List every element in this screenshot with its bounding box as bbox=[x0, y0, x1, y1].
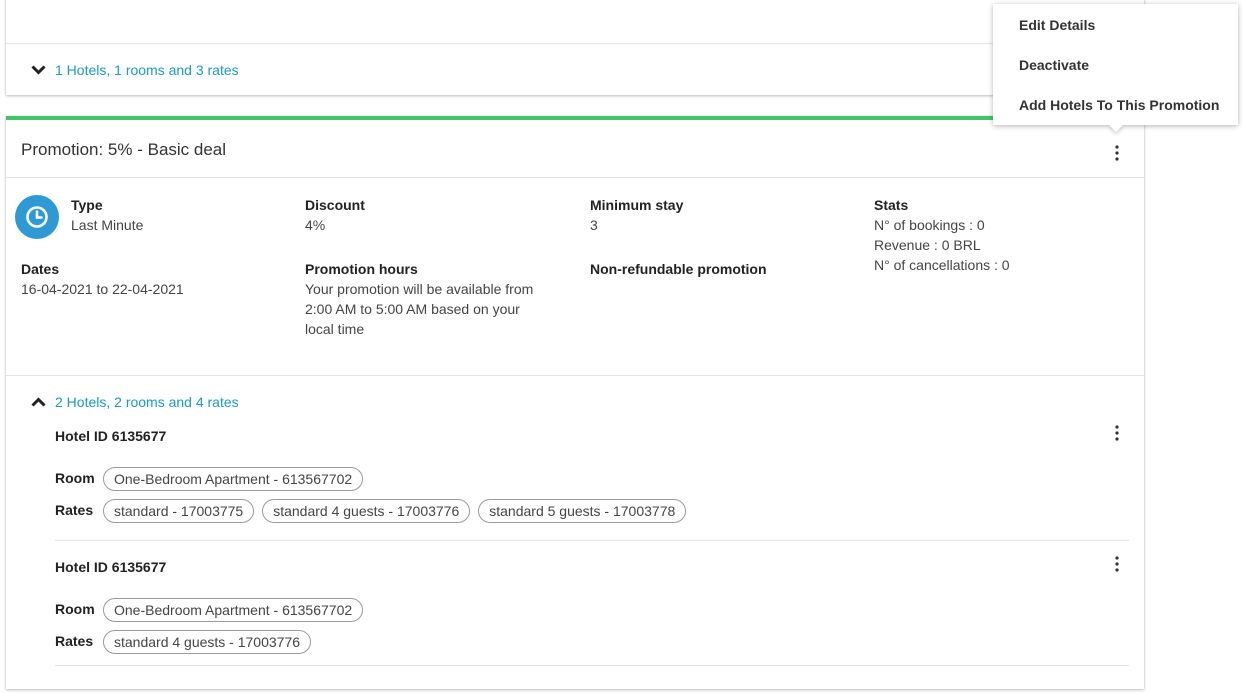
room-label: Room bbox=[55, 601, 95, 617]
hotels-summary-link[interactable]: 2 Hotels, 2 rooms and 4 rates bbox=[55, 394, 239, 410]
dates-field: Dates 16-04-2021 to 22-04-2021 bbox=[21, 261, 184, 297]
hotel-divider bbox=[55, 665, 1129, 666]
non-refundable-field: Non-refundable promotion bbox=[590, 261, 767, 277]
stats-field: Stats N° of bookings : 0 Revenue : 0 BRL… bbox=[874, 197, 1010, 273]
more-vertical-icon bbox=[1115, 145, 1119, 161]
room-chips: One-Bedroom Apartment - 613567702 bbox=[103, 598, 364, 622]
room-chip: One-Bedroom Apartment - 613567702 bbox=[103, 467, 364, 491]
promotion-hours-field: Promotion hours Your promotion will be a… bbox=[305, 261, 534, 337]
hotel-more-button[interactable] bbox=[1108, 553, 1126, 575]
chevron-down-icon bbox=[31, 65, 46, 75]
discount-field: Discount 4% bbox=[305, 197, 365, 233]
promotion-card: Promotion: 5% - Basic deal Type Last Min… bbox=[6, 116, 1144, 689]
clock-icon bbox=[15, 195, 59, 239]
card-header: Promotion: 5% - Basic deal bbox=[6, 120, 1144, 178]
rate-chip: standard 4 guests - 17003776 bbox=[103, 630, 312, 654]
hotel-name: Hotel ID 6135677 bbox=[55, 428, 167, 444]
chevron-up-icon bbox=[31, 397, 46, 407]
promotion-details: Type Last Minute Discount 4% Minimum sta… bbox=[6, 178, 1144, 376]
rate-chip: standard - 17003775 bbox=[103, 499, 255, 523]
rates-label: Rates bbox=[55, 633, 94, 649]
hotel-name: Hotel ID 6135677 bbox=[55, 559, 167, 575]
menu-item-edit-details[interactable]: Edit Details bbox=[1019, 17, 1095, 33]
hotel-divider bbox=[55, 540, 1129, 541]
menu-item-deactivate[interactable]: Deactivate bbox=[1019, 57, 1089, 73]
promotion-card-previous: 1 Hotels, 1 rooms and 3 rates bbox=[6, 0, 1144, 95]
expand-hotels-toggle[interactable]: 1 Hotels, 1 rooms and 3 rates bbox=[31, 62, 239, 78]
rates-label: Rates bbox=[55, 502, 94, 518]
room-chip: One-Bedroom Apartment - 613567702 bbox=[103, 598, 364, 622]
type-field: Type Last Minute bbox=[71, 197, 144, 233]
card-summary: 1 Hotels, 1 rooms and 3 rates bbox=[6, 43, 1144, 96]
hotels-summary-link[interactable]: 1 Hotels, 1 rooms and 3 rates bbox=[55, 62, 239, 78]
rate-chip: standard 4 guests - 17003776 bbox=[262, 499, 471, 523]
hotel-more-button[interactable] bbox=[1108, 422, 1126, 444]
rate-chip: standard 5 guests - 17003778 bbox=[478, 499, 687, 523]
minimum-stay-field: Minimum stay 3 bbox=[590, 197, 684, 233]
collapse-hotels-toggle[interactable]: 2 Hotels, 2 rooms and 4 rates bbox=[31, 394, 239, 410]
promotion-title: Promotion: 5% - Basic deal bbox=[21, 140, 227, 159]
rate-chips: standard - 17003775 standard 4 guests - … bbox=[103, 499, 687, 523]
rate-chips: standard 4 guests - 17003776 bbox=[103, 630, 312, 654]
promotion-more-button[interactable] bbox=[1108, 142, 1126, 164]
more-vertical-icon bbox=[1115, 556, 1119, 572]
room-label: Room bbox=[55, 470, 95, 486]
hotel-item: Hotel ID 6135677 Room One-Bedroom Apartm… bbox=[55, 556, 1129, 671]
menu-item-add-hotels[interactable]: Add Hotels To This Promotion bbox=[1019, 97, 1219, 113]
more-vertical-icon bbox=[1115, 425, 1119, 441]
hotel-item: Hotel ID 6135677 Room One-Bedroom Apartm… bbox=[55, 425, 1129, 541]
promotion-actions-menu: Edit Details Deactivate Add Hotels To Th… bbox=[993, 4, 1238, 133]
room-chips: One-Bedroom Apartment - 613567702 bbox=[103, 467, 364, 491]
